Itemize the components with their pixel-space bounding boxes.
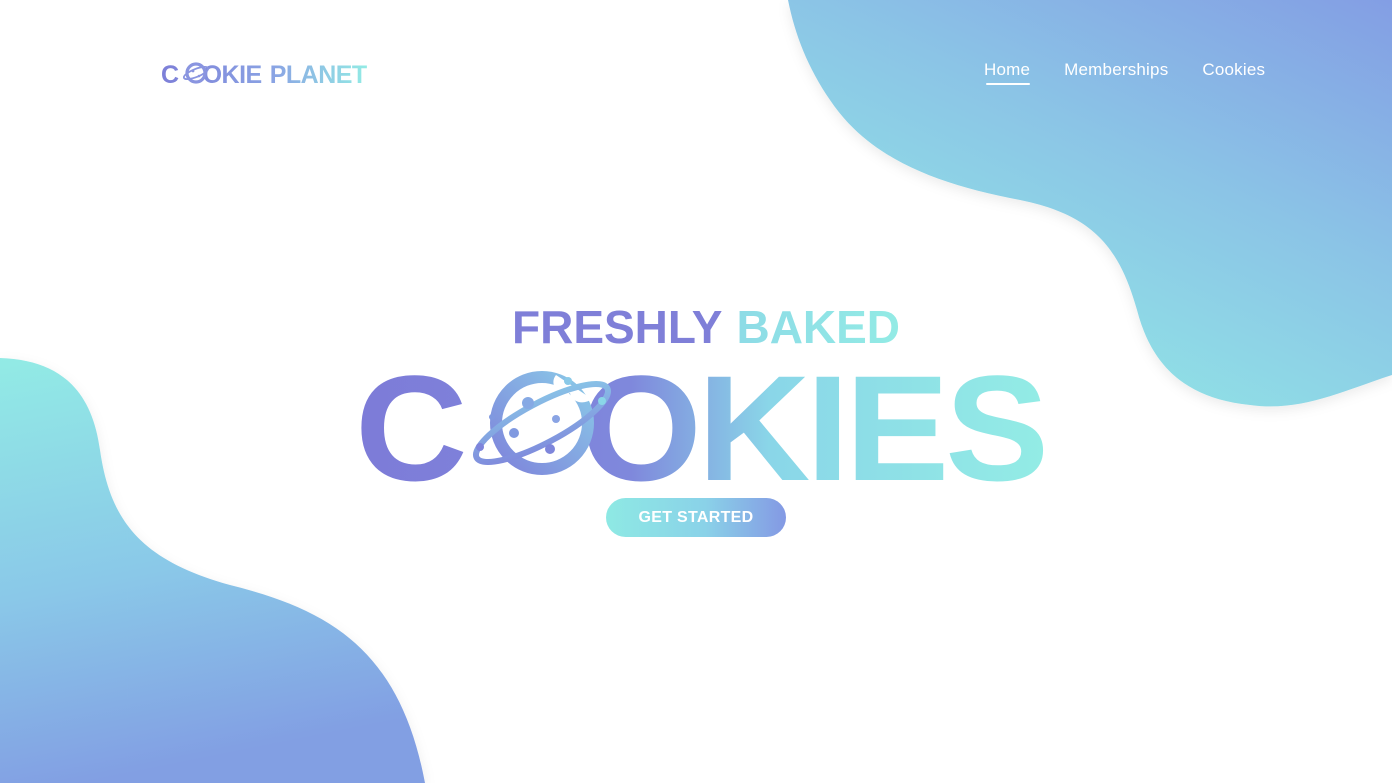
nav-home-link[interactable]: Home [984, 60, 1031, 85]
main-nav: Home Memberships Cookies [984, 60, 1265, 85]
brand-name-rest: OKIE [203, 61, 262, 89]
nav-memberships-link[interactable]: Memberships [1064, 60, 1168, 84]
brand-logo[interactable]: C OKIE PLANET [160, 56, 400, 92]
nav-cookies-link[interactable]: Cookies [1202, 60, 1265, 84]
landing-page: C OKIE PLANET Home Memberships Cookies F… [0, 0, 1392, 783]
brand-name-part2: PLANET [270, 61, 367, 89]
hero-cookies: COOKIES [355, 344, 1045, 495]
brand-name-c: C [161, 61, 179, 89]
get-started-button[interactable]: GET STARTED [606, 498, 786, 537]
hero-title: FRESHLY BAKED COOKIES [355, 301, 1049, 495]
